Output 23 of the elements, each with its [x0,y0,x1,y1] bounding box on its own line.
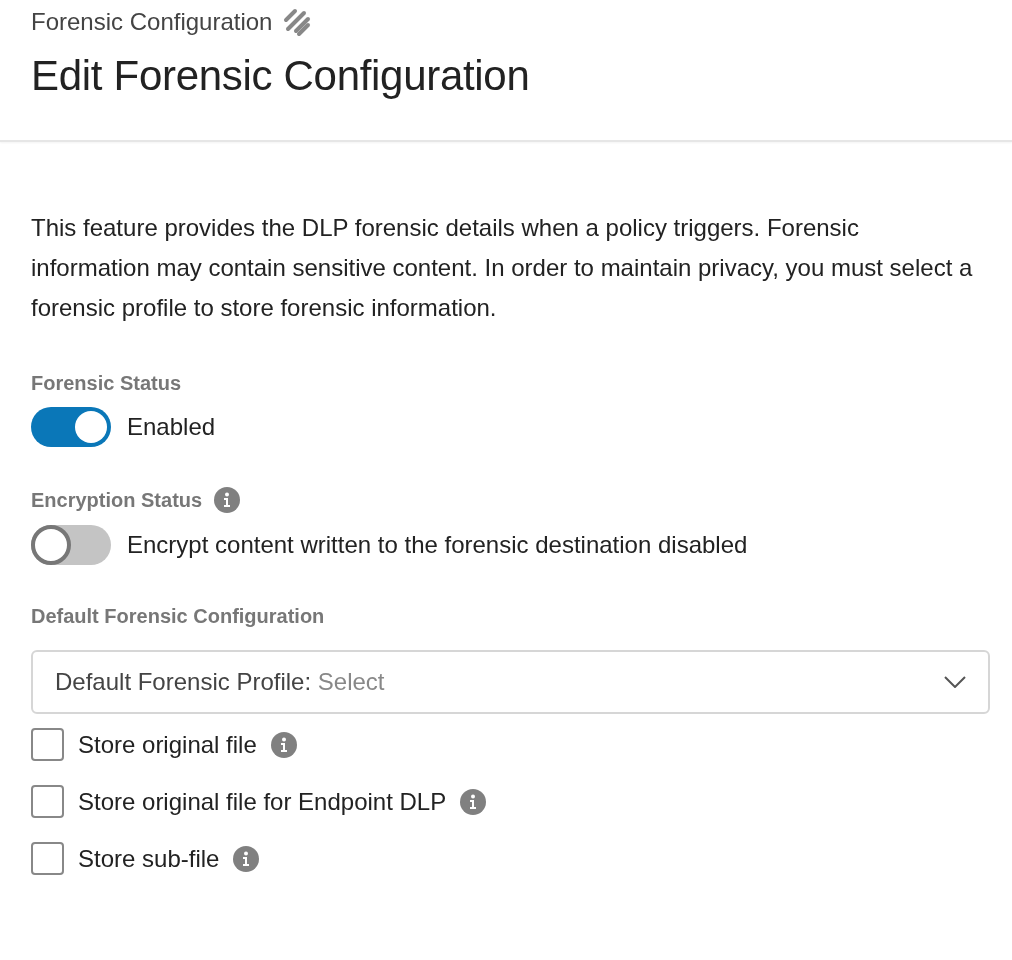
info-icon[interactable] [460,788,487,815]
checkbox-label: Store sub-file [78,844,220,873]
description: This feature provides the DLP forensic details when a policy triggers. Forensic information may contain sensitive content. In order to maintain privacy, you must select a forensic profile to store forensic information. [31,213,974,323]
info-icon[interactable] [233,845,260,872]
toggle-label: Enabled [127,413,216,441]
info-icon[interactable] [214,487,241,513]
toggle-switch[interactable] [31,407,111,447]
field-label: Encryption Status [31,488,203,512]
checkbox-label: Store original file for Endpoint DLP [78,787,447,816]
info-icon[interactable] [270,731,297,758]
checkbox[interactable] [31,785,64,818]
profile-select[interactable]: Default Forensic Profile: Select [31,650,990,714]
toggle-label: Encrypt content written to the forensic destination disabled [127,531,748,559]
link-icon[interactable] [282,7,313,37]
checkbox-label: Store original file [78,730,257,759]
field-label: Default Forensic Configuration [31,605,325,627]
toggle-switch[interactable] [31,525,111,565]
page-title: Edit Forensic Configuration [31,52,531,100]
checkbox[interactable] [31,728,64,761]
breadcrumb: Forensic Configuration [31,8,273,36]
checkbox[interactable] [31,842,64,875]
chevron-down-icon [944,676,966,688]
field-label: Forensic Status [31,372,182,395]
